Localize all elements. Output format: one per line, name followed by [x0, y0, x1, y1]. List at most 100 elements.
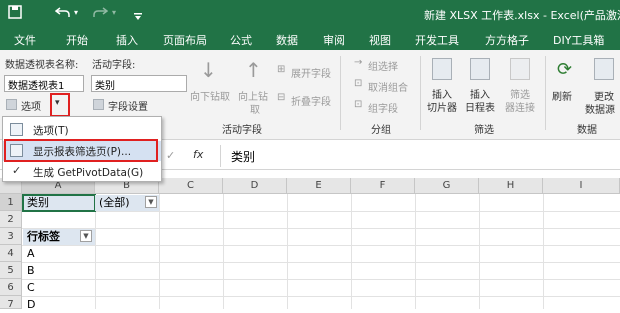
row-header[interactable]: 1 [0, 194, 22, 211]
ribbon-separator [420, 56, 421, 130]
tab-diy-toolbox[interactable]: DIY工具箱 [553, 32, 604, 48]
formula-divider [220, 145, 221, 167]
gridline [22, 211, 620, 212]
group-field-button[interactable]: 组字段 [368, 100, 398, 115]
menu-item-getpivotdata-label: 生成 GetPivotData(G) [33, 167, 144, 179]
drill-down-icon: ↓ [200, 58, 217, 82]
ribbon-separator [340, 56, 341, 130]
confirm-icon[interactable]: ✓ [166, 149, 175, 162]
column-header[interactable]: D [223, 178, 287, 194]
refresh-icon: ⟳ [557, 59, 573, 80]
cell-b1[interactable]: (全部) [96, 194, 130, 211]
column-header[interactable]: F [351, 178, 415, 194]
drill-up-button-line2: 取 [250, 105, 260, 116]
group-selection-icon: → [354, 57, 363, 68]
spreadsheet-grid: A B C D E F G H I 1 2 3 4 5 6 7 类别 (全部) … [0, 178, 620, 311]
redo-icon[interactable] [92, 5, 109, 23]
options-icon [6, 99, 17, 110]
filter-dropdown-icon[interactable]: ▼ [145, 196, 157, 208]
field-settings-button[interactable]: 字段设置 [108, 98, 148, 113]
cell-a4[interactable]: A [24, 245, 35, 262]
field-settings-icon [93, 99, 104, 110]
ungroup-icon: ⊡ [354, 78, 363, 89]
group-label-filter: 筛选 [474, 125, 494, 136]
save-icon[interactable] [8, 5, 22, 23]
pivot-name-input[interactable]: 数据透视表1 [4, 75, 84, 92]
group-field-icon: ⊡ [354, 99, 363, 110]
drill-up-icon: ↑ [245, 58, 262, 82]
row-header[interactable]: 4 [0, 245, 22, 262]
cell-a5[interactable]: B [24, 262, 35, 279]
insert-slicer-line2: 切片器 [427, 103, 457, 114]
change-source-icon [594, 58, 614, 80]
tab-file[interactable]: 文件 [14, 32, 36, 48]
row-labels-dropdown-icon[interactable]: ▼ [80, 230, 92, 242]
expand-field-icon: ⊞ [277, 64, 286, 75]
expand-field-button[interactable]: 展开字段 [291, 65, 331, 80]
row-header[interactable]: 3 [0, 228, 22, 245]
group-selection-button[interactable]: 组选择 [368, 58, 398, 73]
highlight-report-filter-item [4, 139, 158, 162]
fx-icon[interactable]: fx [193, 148, 203, 161]
menu-item-options-label: 选项(T) [33, 125, 69, 137]
formula-input[interactable]: 类别 [231, 148, 255, 165]
row-header[interactable]: 2 [0, 211, 22, 228]
ribbon-separator [545, 56, 546, 130]
timeline-icon [470, 58, 490, 80]
ungroup-button[interactable]: 取消组合 [368, 79, 408, 94]
active-field-label: 活动字段: [92, 60, 136, 71]
options-icon [10, 123, 23, 136]
undo-icon[interactable] [54, 5, 71, 23]
gridline [22, 228, 620, 229]
group-label-data: 数据 [577, 125, 597, 136]
menu-item-getpivotdata[interactable]: ✓ 生成 GetPivotData(G) [3, 162, 161, 182]
row-header[interactable]: 7 [0, 296, 22, 310]
tab-review[interactable]: 审阅 [323, 32, 345, 48]
column-header[interactable]: I [543, 178, 620, 194]
group-label-active-field: 活动字段 [222, 125, 262, 136]
active-field-input[interactable]: 类别 [91, 75, 187, 92]
tab-developer[interactable]: 开发工具 [415, 32, 459, 48]
menu-item-options[interactable]: 选项(T) [3, 120, 161, 140]
row-header[interactable]: 6 [0, 279, 22, 296]
checkmark-icon: ✓ [12, 164, 22, 177]
cell-a7[interactable]: D [24, 296, 35, 313]
title-bar: ▾ ▾ 新建 XLSX 工作表.xlsx - Excel(产品激活失 [0, 0, 620, 28]
gridline [22, 279, 620, 280]
tab-data[interactable]: 数据 [276, 32, 298, 48]
collapse-field-button[interactable]: 折叠字段 [291, 93, 331, 108]
redo-dropdown-icon[interactable]: ▾ [112, 8, 116, 17]
row-header[interactable]: 5 [0, 262, 22, 279]
gridline [22, 296, 620, 297]
tab-page-layout[interactable]: 页面布局 [163, 32, 207, 48]
tab-fangfang[interactable]: 方方格子 [485, 32, 529, 48]
tab-home[interactable]: 开始 [66, 32, 88, 48]
window-title: 新建 XLSX 工作表.xlsx - Excel(产品激活失 [424, 9, 620, 22]
tab-insert[interactable]: 插入 [116, 32, 138, 48]
cell-a3[interactable]: 行标签 [24, 228, 60, 245]
cell-a1[interactable]: 类别 [24, 194, 49, 211]
column-header[interactable]: G [415, 178, 479, 194]
pivot-name-label: 数据透视表名称: [5, 60, 79, 71]
ribbon-tabs: 文件 开始 插入 页面布局 公式 数据 审阅 视图 开发工具 方方格子 DIY工… [0, 28, 620, 50]
tab-formulas[interactable]: 公式 [230, 32, 252, 48]
tab-view[interactable]: 视图 [369, 32, 391, 48]
collapse-field-icon: ⊟ [277, 92, 286, 103]
column-header[interactable]: E [287, 178, 351, 194]
cell-a6[interactable]: C [24, 279, 35, 296]
highlight-options-dropdown [50, 93, 70, 117]
insert-timeline-line2: 日程表 [465, 103, 495, 114]
filter-connections-line2: 器连接 [505, 103, 535, 114]
gridline [22, 262, 620, 263]
gridline [22, 245, 620, 246]
customize-toolbar-icon[interactable] [133, 9, 143, 25]
options-button[interactable]: 选项 [21, 98, 41, 113]
slicer-icon [432, 58, 452, 80]
refresh-button[interactable]: 刷新 [552, 88, 572, 103]
drill-down-button[interactable]: 向下钻取 [190, 88, 230, 103]
column-header[interactable]: C [159, 178, 223, 194]
change-source-line2: 数据源 [585, 105, 615, 116]
column-header[interactable]: H [479, 178, 543, 194]
group-label-group: 分组 [371, 125, 391, 136]
undo-dropdown-icon[interactable]: ▾ [74, 8, 78, 17]
